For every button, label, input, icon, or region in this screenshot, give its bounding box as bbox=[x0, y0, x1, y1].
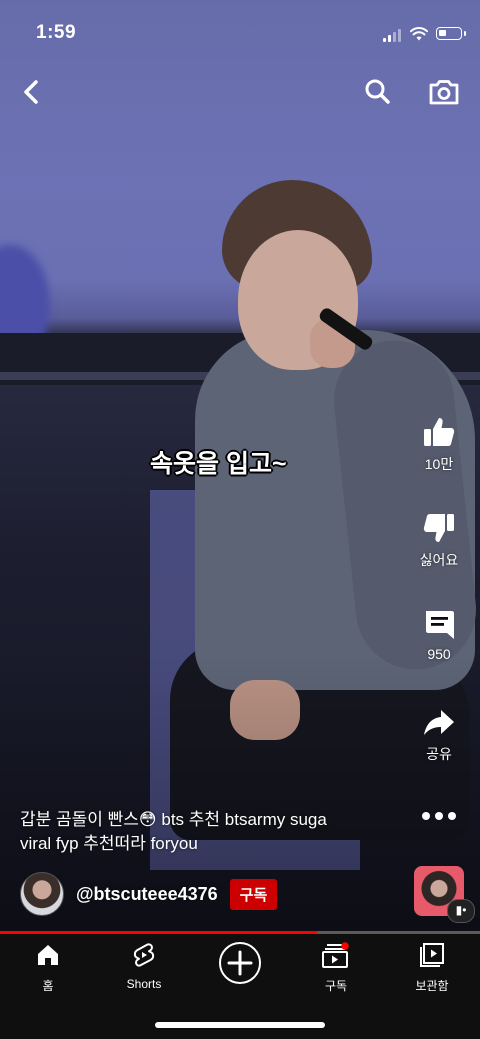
nav-item-library[interactable]: 보관함 bbox=[384, 942, 480, 994]
comment-count: 950 bbox=[427, 646, 451, 662]
dislike-button[interactable]: 싫어요 bbox=[410, 510, 468, 570]
like-count: 10만 bbox=[424, 456, 454, 472]
signal-icon bbox=[383, 28, 403, 42]
nav-label-shorts: Shorts bbox=[126, 977, 162, 991]
camera-icon[interactable] bbox=[426, 74, 462, 110]
more-horizontal-icon[interactable] bbox=[420, 806, 458, 826]
thumbs-down-icon bbox=[423, 514, 454, 542]
chevron-left-icon[interactable] bbox=[14, 74, 50, 110]
shorts-player-screen: 속옷을 입고~ 1:59 10만 싫어요 950 공유 갑분 곰돌이 빤스😳 b… bbox=[0, 0, 480, 1039]
video-caption: 속옷을 입고~ bbox=[150, 450, 287, 478]
channel-handle[interactable]: @btscuteee4376 bbox=[76, 884, 218, 905]
like-button[interactable]: 10만 bbox=[410, 414, 468, 474]
subscribe-button[interactable]: 구독 bbox=[229, 878, 278, 910]
status-time: 1:59 bbox=[36, 22, 77, 43]
nav-label-home: 홈 bbox=[42, 979, 54, 993]
share-button[interactable]: 공유 bbox=[410, 704, 468, 764]
nav-label-library: 보관함 bbox=[415, 979, 449, 993]
video-title-line1: 갑분 곰돌이 빤스😳 bts 추천 btsarmy suga bbox=[20, 810, 327, 829]
home-icon bbox=[38, 945, 58, 965]
nav-item-shorts[interactable]: Shorts bbox=[96, 942, 192, 991]
dislike-label: 싫어요 bbox=[419, 552, 459, 568]
notification-dot bbox=[341, 942, 349, 950]
share-icon bbox=[424, 710, 454, 735]
sound-more-icon[interactable]: ▮• bbox=[447, 899, 475, 923]
thumbs-up-icon bbox=[424, 418, 455, 446]
home-indicator bbox=[155, 1022, 325, 1028]
nav-label-subscriptions: 구독 bbox=[324, 979, 348, 993]
subscriptions-icon bbox=[322, 942, 349, 968]
nav-item-home[interactable]: 홈 bbox=[0, 942, 96, 994]
channel-row: @btscuteee4376 구독 bbox=[20, 872, 278, 916]
battery-icon bbox=[436, 27, 466, 40]
nav-item-subscriptions[interactable]: 구독 bbox=[288, 942, 384, 994]
battery-level bbox=[439, 30, 446, 36]
share-label: 공유 bbox=[426, 746, 452, 762]
video-title-line2: viral fyp 추천떠라 foryou bbox=[20, 834, 198, 853]
create-icon bbox=[227, 950, 253, 976]
status-bar: 1:59 bbox=[0, 0, 480, 60]
shorts-icon bbox=[133, 943, 155, 967]
wifi-icon bbox=[410, 27, 428, 41]
search-icon[interactable] bbox=[360, 74, 396, 110]
channel-avatar[interactable] bbox=[20, 872, 64, 916]
comments-button[interactable]: 950 bbox=[410, 606, 468, 662]
library-icon bbox=[420, 943, 444, 967]
comment-icon bbox=[426, 611, 454, 639]
video-title[interactable]: 갑분 곰돌이 빤스😳 bts 추천 btsarmy suga viral fyp… bbox=[20, 808, 410, 856]
create-button[interactable] bbox=[219, 942, 261, 984]
